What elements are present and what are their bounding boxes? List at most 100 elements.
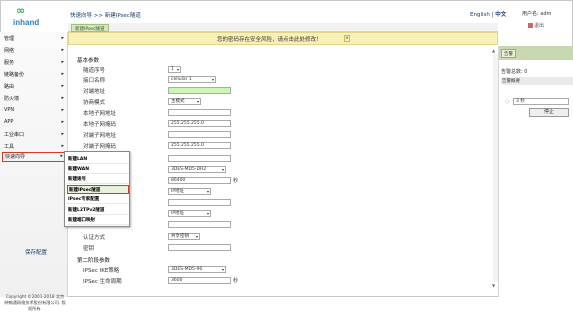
- local-id-input[interactable]: [168, 199, 231, 206]
- tab-alarm[interactable]: 告警: [501, 49, 516, 58]
- sidebar-item-app[interactable]: APP ▸: [4, 119, 66, 129]
- phase2-title: 第二阶段参数: [77, 258, 111, 264]
- secret-label: 密钥: [83, 246, 95, 252]
- sidebar-item-network[interactable]: 网络 ▸: [4, 47, 66, 57]
- close-icon[interactable]: ×: [344, 35, 350, 42]
- quick-wizard-menu: 新建LAN 新建WAN 新建拨号 新建IPsec隧道 IPsec专家配置 新建L…: [64, 151, 130, 227]
- lang-english[interactable]: English: [470, 12, 490, 18]
- chevron-right-icon: ▸: [61, 71, 64, 77]
- ike-lifetime-input[interactable]: 86400: [168, 177, 231, 184]
- menu-ipsec-expert[interactable]: IPsec专家配置: [67, 195, 129, 204]
- alarm-count: 告警总数: 0: [501, 69, 528, 75]
- ipsec-policy-label: IPSec IKE策略: [83, 268, 120, 274]
- tab-new-ipsec[interactable]: 新建IPsec隧道: [71, 24, 109, 32]
- chevron-right-icon: ▸: [60, 153, 63, 159]
- local-subnet-label: 本地子网地址: [83, 111, 117, 117]
- chevron-right-icon: ▸: [61, 35, 64, 41]
- chevron-right-icon: ▸: [61, 131, 64, 137]
- ipsec-life-input[interactable]: 3600: [168, 277, 231, 284]
- refresh-interval-select[interactable]: 3 秒: [513, 98, 569, 105]
- auth-select[interactable]: 共享密钥 ▾: [168, 233, 200, 240]
- stop-button[interactable]: 停止: [529, 108, 569, 117]
- iface-label: 接口名称: [83, 78, 106, 84]
- chevron-right-icon: ▸: [61, 107, 64, 113]
- chevron-down-icon: ▾: [176, 67, 179, 72]
- sidebar-item-service[interactable]: 服务 ▸: [4, 59, 66, 69]
- tunnel-no-label: 隧道序号: [83, 68, 106, 74]
- chevron-down-icon: ▾: [221, 267, 224, 272]
- chevron-down-icon: ▾: [206, 189, 209, 194]
- menu-new-wan[interactable]: 新建WAN: [67, 165, 129, 174]
- chevron-right-icon: ▸: [61, 83, 64, 89]
- password-warning-bar: 您的密码存在安全风险，请点击此处修改！ ×: [68, 32, 498, 45]
- menu-new-port-map[interactable]: 新建端口映射: [67, 216, 129, 225]
- local-subnet-input[interactable]: [168, 109, 231, 116]
- ipsec-life-unit: 秒: [233, 278, 239, 284]
- ipsec-policy-select[interactable]: 3DES-MD5-96 ▾: [168, 266, 226, 273]
- peer-id-type-select[interactable]: IP地址 ▾: [168, 210, 211, 217]
- ipsec-life-label: IPSec 生命周期: [83, 279, 122, 285]
- tab-strip: 新建IPsec隧道: [68, 23, 498, 32]
- sidebar-item-manage[interactable]: 管理 ▸: [4, 35, 66, 45]
- language-switch[interactable]: English | 中文: [470, 10, 506, 18]
- chevron-down-icon: ▾: [196, 99, 199, 104]
- ike-policy-select[interactable]: 3DES-MD5-DH2 ▾: [168, 166, 226, 173]
- sidebar-item-vpn[interactable]: VPN ▸: [4, 107, 66, 117]
- peer-id-input[interactable]: [168, 221, 231, 228]
- chevron-down-icon: ▾: [211, 77, 214, 82]
- sidebar: 管理 ▸ 网络 ▸ 服务 ▸ 链路备份 ▸ 路由 ▸ 防火墙 ▸ VPN ▸ APP ▸ 工业串…: [0, 32, 68, 311]
- sidebar-item-quick-wizard[interactable]: 快速向导 ▸: [2, 152, 66, 162]
- negotiate-label: 协商模式: [83, 100, 106, 106]
- save-config-link[interactable]: 保存配置: [25, 248, 47, 256]
- chevron-down-icon: ▾: [221, 167, 224, 172]
- placeholder-field[interactable]: [168, 155, 231, 162]
- alarm-panel: 告警 告警总数: 0 告警概要 ◌ 3 秒 停止: [498, 46, 573, 297]
- chevron-right-icon: ▸: [61, 143, 64, 149]
- peer-addr-label: 对端地址: [83, 89, 106, 95]
- logo-mark: ∞: [16, 4, 26, 17]
- logo-brand: inhand: [13, 18, 40, 27]
- alarm-overview: 告警概要: [501, 77, 573, 85]
- logout-button[interactable]: 退出: [528, 22, 544, 29]
- alarm-panel-header: 告警: [499, 46, 573, 60]
- chevron-right-icon: ▸: [61, 59, 64, 65]
- breadcrumb: 快速向导 >> 新建IPsec隧道: [70, 13, 141, 19]
- user-label: 用户名: adm: [522, 11, 552, 17]
- menu-new-dialup[interactable]: 新建拨号: [67, 175, 129, 184]
- chevron-down-icon: ▾: [206, 211, 209, 216]
- chevron-right-icon: ▸: [61, 95, 64, 101]
- peer-addr-input[interactable]: [168, 87, 231, 94]
- chevron-right-icon: ▸: [61, 47, 64, 53]
- chevron-right-icon: ▸: [61, 119, 64, 125]
- spinner-icon: ◌: [505, 99, 510, 105]
- sidebar-item-firewall[interactable]: 防火墙 ▸: [4, 95, 66, 105]
- negotiate-select[interactable]: 主模式 ▾: [168, 98, 201, 105]
- sidebar-item-routing[interactable]: 路由 ▸: [4, 83, 66, 93]
- sidebar-item-link-backup[interactable]: 链路备份 ▸: [4, 71, 66, 81]
- secret-input[interactable]: [168, 244, 231, 251]
- auth-label: 认证方式: [83, 235, 106, 241]
- local-mask-input[interactable]: 255.255.255.0: [168, 120, 231, 127]
- local-id-type-select[interactable]: IP地址 ▾: [168, 188, 211, 195]
- brand-logo: ∞ inhand: [6, 2, 60, 32]
- sidebar-item-serial[interactable]: 工业串口 ▸: [4, 131, 66, 141]
- tunnel-no-select[interactable]: 1 ▾: [168, 66, 181, 73]
- lang-separator: |: [491, 12, 494, 18]
- chevron-down-icon: ▾: [195, 234, 198, 239]
- peer-mask-input[interactable]: 255.255.255.0: [168, 142, 231, 149]
- peer-subnet-label: 对端子网地址: [83, 133, 117, 139]
- menu-new-lan[interactable]: 新建LAN: [67, 155, 129, 164]
- menu-new-ipsec[interactable]: 新建IPsec隧道: [67, 185, 129, 194]
- warning-text[interactable]: 您的密码存在安全风险，请点击此处修改！: [217, 35, 322, 43]
- logout-icon: [528, 23, 533, 28]
- lifetime-unit: 秒: [233, 178, 239, 184]
- logout-label: 退出: [534, 23, 545, 29]
- basic-params-title: 基本参数: [77, 58, 100, 64]
- menu-new-l2tpv2[interactable]: 新建L2TPv2隧道: [67, 206, 129, 215]
- local-mask-label: 本地子网掩码: [83, 122, 117, 128]
- peer-subnet-input[interactable]: [168, 131, 231, 138]
- scroll-up-icon[interactable]: ▲: [492, 48, 495, 53]
- iface-select[interactable]: cellular 1 ▾: [168, 76, 216, 83]
- scroll-down-icon[interactable]: ▼: [492, 283, 495, 288]
- lang-chinese[interactable]: 中文: [495, 12, 506, 18]
